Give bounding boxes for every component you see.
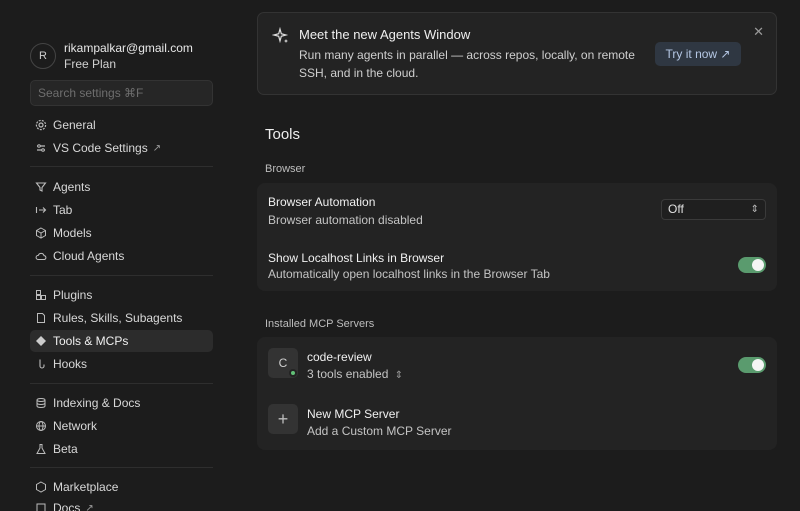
filter-icon (35, 181, 47, 193)
close-icon[interactable]: ✕ (753, 24, 764, 40)
sidebar-item-label: Network (53, 419, 98, 433)
user-profile[interactable]: R rikampalkar@gmail.com Free Plan (30, 40, 193, 72)
sidebar-item-label: Tools & MCPs (53, 334, 129, 348)
server-name: code-review (307, 350, 372, 364)
sidebar-item-label: Beta (53, 442, 78, 456)
toggle-knob (752, 259, 764, 271)
select-value: Off (668, 202, 684, 216)
sidebar-item-label: Models (53, 226, 92, 240)
sidebar-item-general[interactable]: General (30, 114, 213, 136)
agents-window-banner: Meet the new Agents Window Run many agen… (257, 12, 777, 95)
user-plan: Free Plan (64, 57, 117, 71)
cloud-icon (35, 250, 47, 262)
section-label-browser: Browser (265, 163, 306, 175)
sidebar-item-docs[interactable]: Docs ↗ (30, 497, 213, 511)
database-icon (35, 397, 47, 409)
book-icon (35, 502, 47, 511)
page-title: Tools (265, 126, 301, 143)
banner-body: Run many agents in parallel — across rep… (299, 48, 635, 80)
chevron-updown-icon: ⇕ (394, 370, 404, 381)
sidebar-item-label: Plugins (53, 288, 93, 302)
sidebar-item-hooks[interactable]: Hooks (30, 353, 213, 375)
external-link-icon: ↗ (85, 502, 94, 511)
divider (30, 467, 213, 468)
settings-sidebar: R rikampalkar@gmail.com Free Plan Search… (0, 0, 232, 511)
sidebar-item-plugins[interactable]: Plugins (30, 284, 213, 306)
hook-icon (35, 358, 47, 370)
mcp-servers-card: C code-review 3 tools enabled ⇕ + New MC… (257, 337, 777, 450)
localhost-links-toggle[interactable] (738, 257, 766, 273)
sidebar-item-agents[interactable]: Agents (30, 176, 213, 198)
server-tools-dropdown[interactable]: 3 tools enabled ⇕ (307, 367, 403, 381)
sidebar-item-label: Tab (53, 203, 73, 217)
divider (30, 383, 213, 384)
sidebar-item-models[interactable]: Models (30, 222, 213, 244)
new-mcp-server-title[interactable]: New MCP Server (307, 407, 399, 421)
toggle-knob (752, 359, 764, 371)
gear-icon (35, 119, 47, 131)
section-label-mcp: Installed MCP Servers (265, 318, 375, 330)
sidebar-item-cloud-agents[interactable]: Cloud Agents (30, 245, 213, 267)
browser-automation-title: Browser Automation (268, 195, 376, 209)
sidebar-item-label: VS Code Settings (53, 141, 148, 155)
sidebar-item-label: General (53, 118, 96, 132)
marketplace-icon (35, 481, 47, 493)
external-link-icon: ↗ (152, 142, 162, 154)
sidebar-item-network[interactable]: Network (30, 415, 213, 437)
try-it-now-button[interactable]: Try it now ↗ (655, 42, 741, 66)
sidebar-item-tab[interactable]: Tab (30, 199, 213, 221)
sidebar-item-tools-mcps[interactable]: Tools & MCPs (30, 330, 213, 352)
tab-icon (35, 204, 47, 216)
globe-icon (35, 420, 47, 432)
sidebar-item-vscode-settings[interactable]: VS Code Settings ↗ (30, 137, 213, 159)
sidebar-item-marketplace[interactable]: Marketplace (30, 476, 213, 498)
flask-icon (35, 443, 47, 455)
localhost-links-title: Show Localhost Links in Browser (268, 251, 445, 265)
sidebar-item-rules[interactable]: Rules, Skills, Subagents (30, 307, 213, 329)
browser-automation-desc: Browser automation disabled (268, 213, 423, 227)
divider (30, 275, 213, 276)
sidebar-item-label: Agents (53, 180, 91, 194)
avatar: R (30, 43, 56, 69)
sidebar-item-label: Docs (53, 501, 81, 511)
new-mcp-server-desc: Add a Custom MCP Server (307, 424, 452, 438)
sidebar-item-label: Hooks (53, 357, 88, 371)
tools-icon (35, 335, 47, 347)
vscode-icon (35, 142, 47, 154)
browser-automation-select[interactable]: Off ⇕ (661, 199, 766, 220)
sidebar-item-label: Marketplace (53, 480, 119, 494)
chevron-updown-icon: ⇕ (750, 204, 759, 215)
plus-icon[interactable]: + (268, 404, 298, 434)
sidebar-item-label: Cloud Agents (53, 249, 125, 263)
code-review-toggle[interactable] (738, 357, 766, 373)
localhost-links-desc: Automatically open localhost links in th… (268, 267, 550, 281)
document-icon (35, 312, 47, 324)
sidebar-item-indexing-docs[interactable]: Indexing & Docs (30, 392, 213, 414)
divider (30, 166, 213, 167)
server-tools-count: 3 tools enabled (307, 367, 389, 381)
sidebar-item-label: Rules, Skills, Subagents (53, 311, 183, 325)
plugin-icon (35, 289, 47, 301)
sidebar-item-beta[interactable]: Beta (30, 438, 213, 460)
sparkle-icon (271, 26, 290, 45)
user-email: rikampalkar@gmail.com (64, 41, 193, 55)
banner-title: Meet the new Agents Window (299, 27, 471, 42)
browser-settings-card: Browser Automation Browser automation di… (257, 183, 777, 291)
search-input[interactable]: Search settings ⌘F (30, 80, 213, 106)
sidebar-item-label: Indexing & Docs (53, 396, 141, 410)
cube-icon (35, 227, 47, 239)
status-dot (289, 369, 297, 377)
